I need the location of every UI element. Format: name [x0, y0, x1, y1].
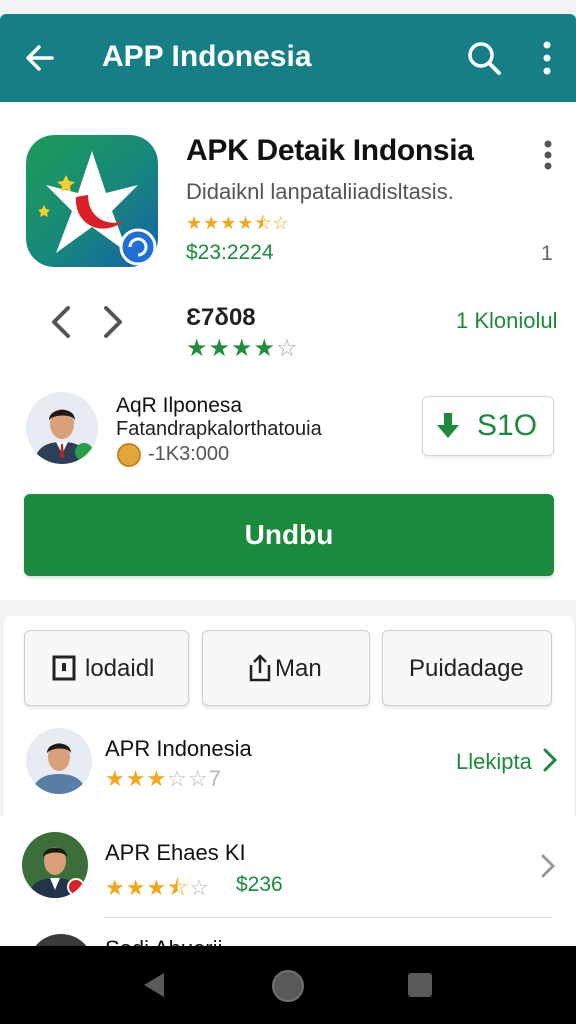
app-bar: APP Indonesia [0, 14, 576, 102]
nav-back-icon[interactable] [140, 970, 170, 1000]
divider [104, 917, 552, 918]
stars-empty: ☆☆7 [167, 766, 222, 791]
coin-icon [117, 443, 141, 467]
stars-filled: ★★★ [105, 766, 168, 791]
app-detail-card: APK Detaik Indonsia Didaiknl lanpataliia… [0, 102, 576, 600]
download-arrow-icon [437, 413, 459, 438]
rating-stars: ★★★★⯪☆ [186, 213, 290, 233]
developer-name: AqR Ilponesa [116, 394, 243, 417]
list-item-title: APR Ehaes KI [105, 840, 246, 865]
stars-filled: ★★★★ [186, 335, 277, 362]
nav-recents-icon[interactable] [408, 973, 432, 997]
more-vert-icon[interactable] [530, 36, 564, 80]
chevron-left-icon[interactable] [44, 302, 78, 342]
app-logo-icon[interactable] [26, 135, 158, 267]
tab-label: lodaidl [85, 655, 155, 682]
tab-download[interactable]: lodaidl [24, 630, 189, 706]
tab-label: Puidadage [409, 655, 524, 682]
price-button[interactable]: S1O [422, 396, 554, 456]
share-icon [249, 654, 271, 682]
developer-avatar[interactable] [26, 392, 98, 464]
avatar[interactable] [26, 728, 92, 794]
avatar[interactable] [28, 934, 94, 946]
stars-filled: ★★★⯪ [105, 875, 190, 900]
details-card: lodaidl Man Puidadage APR Indonesia ★★★☆… [4, 616, 574, 816]
app-name: APK Detaik Indonsia [186, 134, 474, 167]
app-price: $23:2224 [186, 241, 274, 264]
app-subtitle: Didaiknl lanpataliiadisltasis. [186, 179, 454, 204]
chevron-right-icon[interactable] [540, 746, 560, 774]
avatar[interactable] [22, 832, 88, 898]
app-bar-title: APP Indonesia [102, 40, 312, 73]
nav-home-icon[interactable] [272, 970, 304, 1002]
price-button-label: S1O [477, 409, 538, 442]
app-screen: APP Indonesia APK Detaik Indonsia Didaik… [0, 0, 576, 946]
reviews-link[interactable]: 1 Kloniolul [456, 308, 558, 334]
list-item-stars: ★★★⯪☆ [105, 871, 210, 909]
developer-description: Fatandrapkalorthatouia [116, 418, 322, 440]
tab-share[interactable]: Man [202, 630, 370, 706]
stars-empty: ☆ [276, 335, 299, 362]
stars-empty: ☆ [189, 875, 210, 900]
download-count: Ɛ7δ08 [186, 304, 256, 331]
chevron-right-icon[interactable] [96, 302, 130, 342]
install-button[interactable]: Undbu [24, 494, 554, 576]
side-number: 1 [541, 242, 553, 265]
list-item-title: APR Indonesia [105, 736, 252, 761]
green-rating-stars: ★★★★☆ [186, 334, 299, 363]
list-item-title: Sodi Ahuorii [105, 936, 222, 946]
more-vert-icon[interactable] [538, 138, 558, 172]
list-card: APR Ehaes KI ★★★⯪☆ $236 Sodi Ahuorii [0, 816, 576, 946]
list-item-price: $236 [236, 873, 283, 896]
list-item-stars: ★★★☆☆7 [105, 766, 222, 792]
coin-value: -1K3:000 [148, 443, 230, 465]
square-icon [52, 655, 76, 681]
tab-page[interactable]: Puidadage [382, 630, 552, 706]
arrow-left-icon[interactable] [20, 38, 60, 78]
tab-label: Man [275, 655, 322, 682]
chevron-right-icon[interactable] [538, 852, 558, 880]
list-item-link[interactable]: Llekipta [456, 749, 532, 775]
search-icon[interactable] [462, 36, 506, 80]
